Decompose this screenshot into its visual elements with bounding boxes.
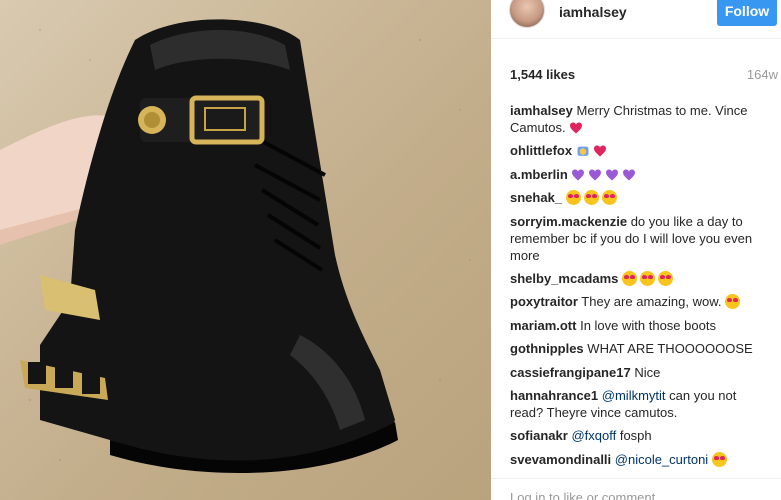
- heart-eyes-icon: [601, 190, 617, 206]
- login-prompt: Log in to like or comment.: [510, 490, 659, 500]
- comment-username[interactable]: sofianakr: [510, 428, 568, 443]
- purple-heart-icon: [623, 169, 636, 181]
- heart-eyes-icon: [725, 294, 741, 310]
- comment-item: cassiefrangipane17 Nice: [510, 364, 772, 381]
- login-link[interactable]: Log in: [510, 490, 545, 500]
- purple-heart-icon: [572, 169, 585, 181]
- heart-eyes-icon: [583, 190, 599, 206]
- comment-text: In love with those boots: [580, 317, 716, 333]
- comment-item: a.mberlin: [510, 166, 772, 183]
- heart-eyes-icon: [640, 270, 656, 286]
- post-username[interactable]: iamhalsey: [559, 4, 627, 20]
- comment-username[interactable]: poxytraitor: [510, 294, 578, 309]
- comment-username[interactable]: ohlittlefox: [510, 143, 572, 158]
- comment-item: mariam.ott In love with those boots: [510, 317, 772, 334]
- heart-eyes-icon: [711, 451, 727, 467]
- heart-eyes-icon: [565, 190, 581, 206]
- comment-item: iamhalsey Merry Christmas to me. Vince C…: [510, 102, 772, 136]
- post-header: iamhalsey Follow: [491, 0, 781, 50]
- comment-list: iamhalsey Merry Christmas to me. Vince C…: [510, 102, 772, 474]
- footer-divider: [491, 478, 781, 479]
- login-prompt-text: to like or comment.: [549, 490, 659, 500]
- comment-username[interactable]: shelby_mcadams: [510, 271, 618, 286]
- post-sidebar: iamhalsey Follow 1,544 likes 164w iamhal…: [491, 0, 781, 500]
- comment-item: svevamondinalli @nicole_curtoni: [510, 451, 772, 468]
- heart-eyes-icon: [622, 270, 638, 286]
- likes-count[interactable]: 1,544 likes: [510, 67, 575, 82]
- purple-heart-icon: [606, 169, 619, 181]
- comment-text: fosph: [619, 428, 652, 444]
- post-age[interactable]: 164w: [747, 67, 778, 82]
- header-divider: [491, 38, 781, 39]
- comment-username[interactable]: svevamondinalli: [510, 452, 611, 467]
- red-heart-icon: [570, 122, 583, 134]
- comment-username[interactable]: mariam.ott: [510, 318, 576, 333]
- comment-item: ohlittlefox: [510, 142, 772, 159]
- comment-item: poxytraitor They are amazing, wow.: [510, 293, 772, 310]
- comment-username[interactable]: hannahrance1: [510, 388, 598, 403]
- comment-item: hannahrance1 @milkmytit can you not read…: [510, 387, 772, 421]
- comment-username[interactable]: snehak_: [510, 190, 562, 205]
- comment-text: WHAT ARE THOOOOOOSE: [587, 341, 753, 357]
- comment-username[interactable]: gothnipples: [510, 341, 584, 356]
- red-heart-icon: [593, 145, 606, 157]
- comment-username[interactable]: iamhalsey: [510, 103, 573, 118]
- avatar[interactable]: [509, 0, 545, 28]
- purple-heart-icon: [589, 169, 602, 181]
- comment-text: Nice: [634, 364, 661, 380]
- comment-username[interactable]: a.mberlin: [510, 167, 568, 182]
- comment-item: snehak_: [510, 189, 772, 206]
- smiling-cat-icon: [577, 147, 589, 157]
- comment-item: sorryim.mackenzie do you like a day to r…: [510, 213, 772, 264]
- comment-username[interactable]: sorryim.mackenzie: [510, 214, 627, 229]
- comment-username[interactable]: cassiefrangipane17: [510, 365, 631, 380]
- comment-mention[interactable]: @fxqoff: [571, 428, 616, 443]
- comment-mention[interactable]: @milkmytit: [602, 388, 666, 403]
- post-photo[interactable]: [0, 0, 491, 500]
- boot-photo-illustration: [0, 19, 471, 481]
- comment-item: shelby_mcadams: [510, 270, 772, 287]
- comment-text: They are amazing, wow.: [581, 294, 722, 310]
- comment-item: gothnipples WHAT ARE THOOOOOOSE: [510, 340, 772, 357]
- comment-mention[interactable]: @nicole_curtoni: [615, 452, 708, 467]
- comment-item: sofianakr @fxqoff fosph: [510, 427, 772, 444]
- heart-eyes-icon: [658, 270, 674, 286]
- follow-button[interactable]: Follow: [717, 0, 777, 26]
